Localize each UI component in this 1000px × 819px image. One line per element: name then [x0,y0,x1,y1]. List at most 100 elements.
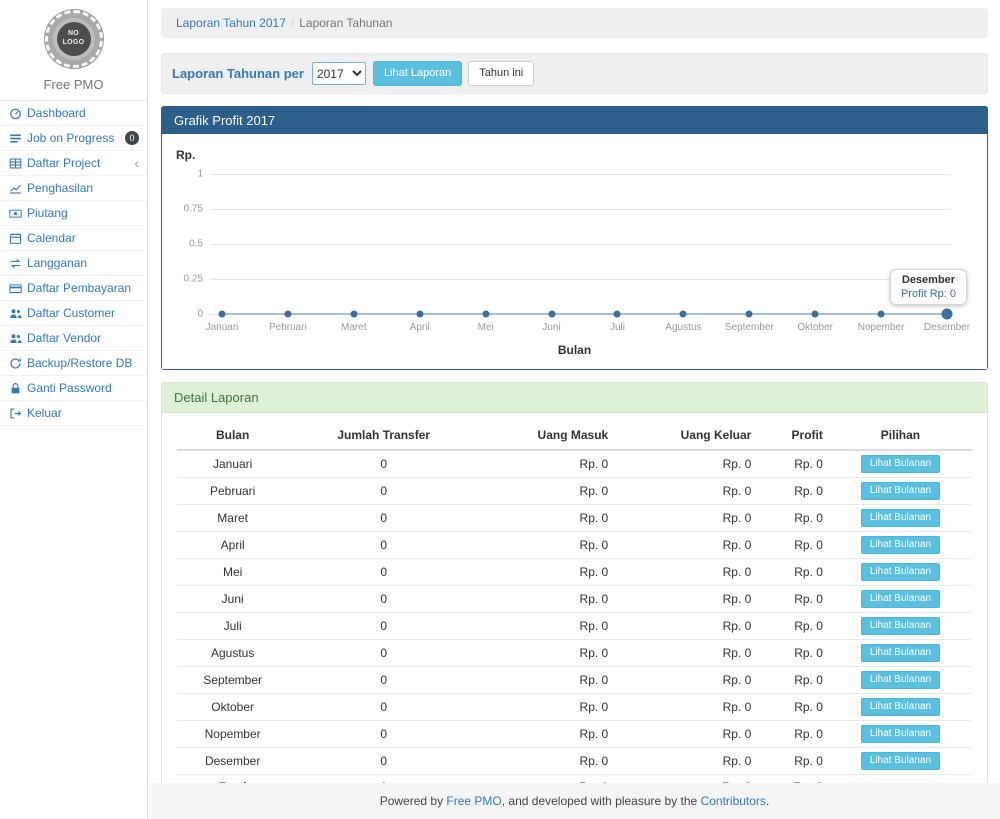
cell-profit: Rp. 0 [757,532,829,559]
lihat-bulanan-button[interactable]: Lihat Bulanan [861,725,940,743]
table-row: Oktober0Rp. 0Rp. 0Rp. 0Lihat Bulanan [177,694,972,721]
sidebar-item-penghasilan[interactable]: Penghasilan [0,176,147,201]
chart-point-april[interactable] [416,311,423,318]
sidebar-item-dashboard[interactable]: Dashboard [0,101,147,126]
sidebar-item-daftar-vendor[interactable]: Daftar Vendor [0,326,147,351]
breadcrumb-link[interactable]: Laporan Tahun 2017 [176,16,286,30]
chart-line-icon [8,182,22,195]
x-axis-labels: JanuariPebruariMaretAprilMeiJuniJuliAgus… [210,322,951,335]
cell-uang-keluar: Rp. 0 [614,667,757,694]
cell-uang-masuk: Rp. 0 [479,721,614,748]
cell-uang-keluar: Rp. 0 [614,505,757,532]
sidebar-item-daftar-pembayaran[interactable]: Daftar Pembayaran [0,276,147,301]
sidebar-menu: DashboardJob on Progress0Daftar Project‹… [0,100,147,426]
sidebar-item-backup-restore-db[interactable]: Backup/Restore DB [0,351,147,376]
lihat-bulanan-button[interactable]: Lihat Bulanan [861,617,940,635]
cell-uang-keluar: Rp. 0 [614,640,757,667]
footer-link-freepmo[interactable]: Free PMO [446,794,501,808]
x-tick-label: Desember [924,322,970,333]
chart-point-mei[interactable] [482,311,489,318]
lihat-bulanan-button[interactable]: Lihat Bulanan [861,563,940,581]
sidebar-item-label: Job on Progress [27,131,114,145]
cell-bulan: Januari [177,450,288,478]
lihat-bulanan-button[interactable]: Lihat Bulanan [861,536,940,554]
sidebar-item-label: Daftar Project [27,156,100,170]
table-row: Desember0Rp. 0Rp. 0Rp. 0Lihat Bulanan [177,748,972,775]
cell-pilihan: Lihat Bulanan [829,748,972,775]
column-header-pilihan: Pilihan [829,421,972,450]
chart-point-juni[interactable] [548,311,555,318]
cell-bulan: Agustus [177,640,288,667]
tooltip-title: Desember [901,274,956,286]
x-tick-label: Mei [478,322,494,333]
cell-profit: Rp. 0 [757,450,829,478]
sidebar-item-daftar-project[interactable]: Daftar Project‹ [0,151,147,176]
chart-point-pebruari[interactable] [284,311,291,318]
cell-profit: Rp. 0 [757,694,829,721]
y-axis-title: Rp. [176,148,973,162]
lock-icon [8,382,22,395]
lihat-bulanan-button[interactable]: Lihat Bulanan [861,644,940,662]
cell-profit: Rp. 0 [757,505,829,532]
profit-chart-panel: Grafik Profit 2017 Rp. Desember Profit R… [161,106,988,370]
sidebar-item-job-on-progress[interactable]: Job on Progress0 [0,126,147,151]
lihat-bulanan-button[interactable]: Lihat Bulanan [861,509,940,527]
cell-jumlah-transfer: 0 [288,478,479,505]
lihat-bulanan-button[interactable]: Lihat Bulanan [861,482,940,500]
chart-point-nopember[interactable] [878,311,885,318]
year-select[interactable]: 2017 [312,62,366,85]
lihat-bulanan-button[interactable]: Lihat Bulanan [861,590,940,608]
chart-point-september[interactable] [746,311,753,318]
main-content: Laporan Tahun 2017/Laporan Tahunan Lapor… [149,0,1000,819]
lihat-bulanan-button[interactable]: Lihat Bulanan [861,698,940,716]
chart-point-agustus[interactable] [680,311,687,318]
x-tick-label: April [410,322,430,333]
cell-profit: Rp. 0 [757,559,829,586]
x-axis-title: Bulan [176,343,973,357]
chart-panel-title: Grafik Profit 2017 [162,107,987,134]
tahun-ini-button[interactable]: Tahun ini [468,61,534,86]
chart-point-januari[interactable] [219,311,226,318]
sidebar-item-label: Piutang [27,206,68,220]
app-logo: NO LOGO [45,10,103,68]
sidebar-item-daftar-customer[interactable]: Daftar Customer [0,301,147,326]
logout-icon [8,407,22,420]
sidebar-item-piutang[interactable]: Piutang [0,201,147,226]
refresh-icon [8,357,22,370]
dashboard-icon [8,107,22,120]
gridline [210,244,951,245]
chart-point-juli[interactable] [614,311,621,318]
sidebar-item-calendar[interactable]: Calendar [0,226,147,251]
footer-link-contributors[interactable]: Contributors [701,794,766,808]
sidebar-item-langganan[interactable]: Langganan [0,251,147,276]
lihat-laporan-button[interactable]: Lihat Laporan [373,61,462,86]
chart-panel-body: Rp. Desember Profit Rp: 0 10.750.50.250 … [162,134,987,369]
lihat-bulanan-button[interactable]: Lihat Bulanan [861,752,940,770]
cell-bulan: Nopember [177,721,288,748]
calendar-icon [8,232,22,245]
cell-pilihan: Lihat Bulanan [829,721,972,748]
column-header-uang-keluar: Uang Keluar [614,421,757,450]
breadcrumb-current: Laporan Tahunan [299,16,392,30]
sidebar-item-keluar[interactable]: Keluar [0,401,147,426]
chart-point-maret[interactable] [350,311,357,318]
y-tick-label: 0.25 [184,274,203,285]
sidebar-item-ganti-password[interactable]: Ganti Password [0,376,147,401]
cell-uang-masuk: Rp. 0 [479,748,614,775]
cell-bulan: Maret [177,505,288,532]
cell-jumlah-transfer: 0 [288,721,479,748]
breadcrumb-separator: / [291,16,294,30]
cell-jumlah-transfer: 0 [288,505,479,532]
cell-profit: Rp. 0 [757,478,829,505]
chart-point-desember[interactable] [942,309,953,320]
chart-point-oktober[interactable] [812,311,819,318]
footer-text: , and developed with pleasure by the [502,794,701,808]
users-icon [8,307,22,320]
column-header-bulan: Bulan [177,421,288,450]
lihat-bulanan-button[interactable]: Lihat Bulanan [861,671,940,689]
cell-bulan: September [177,667,288,694]
cell-uang-masuk: Rp. 0 [479,586,614,613]
table-row: Juli0Rp. 0Rp. 0Rp. 0Lihat Bulanan [177,613,972,640]
table-header-row: BulanJumlah TransferUang MasukUang Kelua… [177,421,972,450]
lihat-bulanan-button[interactable]: Lihat Bulanan [861,455,940,473]
